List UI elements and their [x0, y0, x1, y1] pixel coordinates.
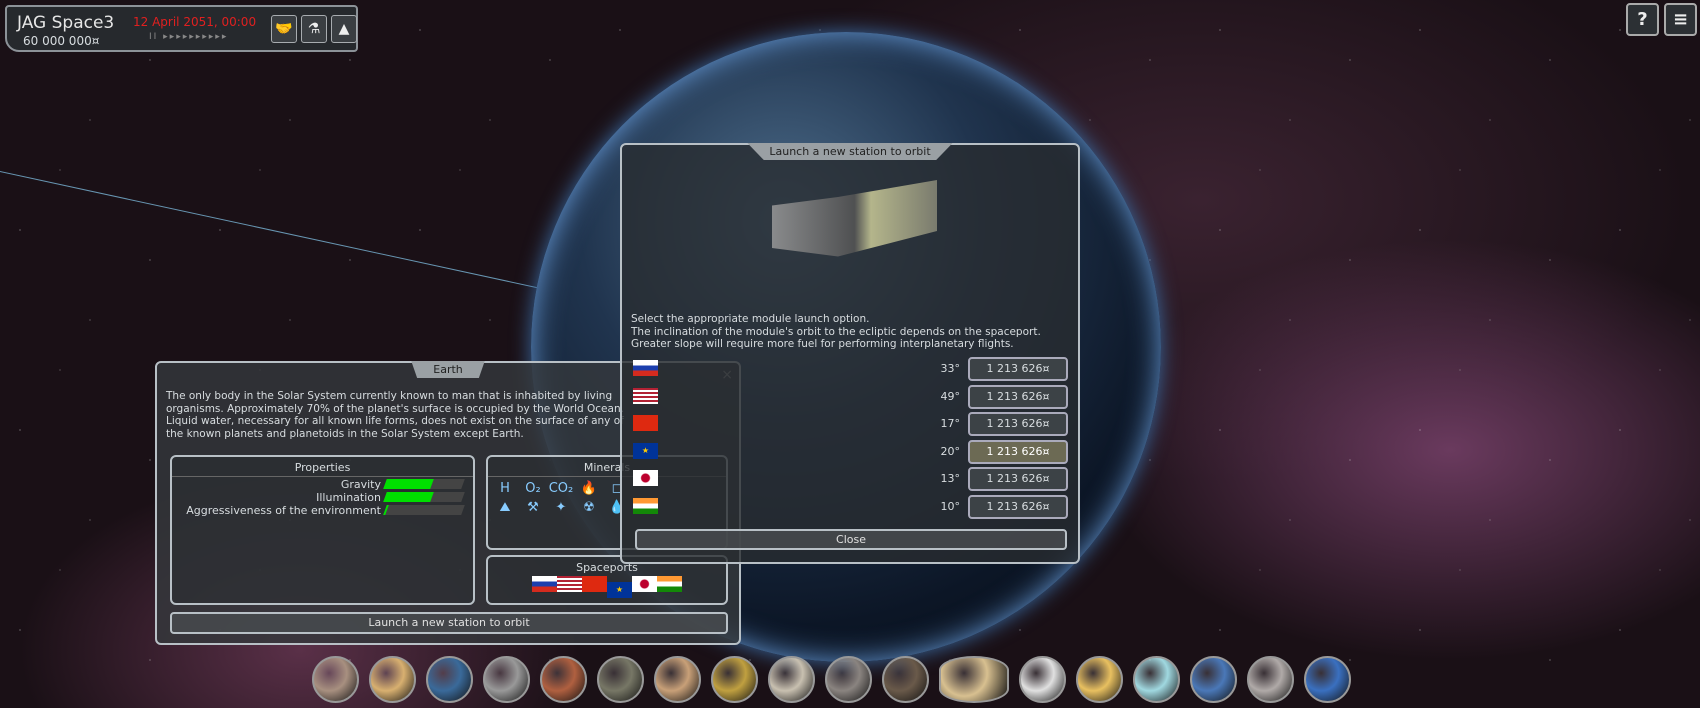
- inclination: 13°: [940, 472, 961, 485]
- rocket-icon[interactable]: ▲: [331, 15, 357, 43]
- launch-price-button[interactable]: 1 213 626¤: [968, 357, 1068, 381]
- property-label: Gravity: [340, 477, 381, 491]
- property-bar: [383, 492, 465, 502]
- inclination: 33°: [940, 362, 961, 375]
- game-date: 12 April 2051, 00:00: [133, 15, 257, 29]
- launch-dialog: Launch a new station to orbit Select the…: [620, 143, 1080, 564]
- planet-pluto[interactable]: [1247, 656, 1294, 703]
- launch-price-button[interactable]: 1 213 626¤: [968, 467, 1068, 491]
- planet-neptune[interactable]: [1190, 656, 1237, 703]
- flask-icon[interactable]: ⚗: [301, 15, 327, 43]
- planet-io[interactable]: [711, 656, 758, 703]
- planet-europa[interactable]: [768, 656, 815, 703]
- properties-title: Properties: [172, 461, 473, 477]
- menu-button[interactable]: ≡: [1664, 3, 1697, 36]
- property-illumination: Illumination: [172, 490, 465, 504]
- property-label: Illumination: [316, 490, 381, 504]
- planet-titan[interactable]: [1019, 656, 1066, 703]
- instruction-line: The inclination of the module's orbit to…: [631, 325, 1041, 338]
- inclination: 49°: [940, 389, 961, 403]
- inclination: 10°: [940, 499, 961, 513]
- planet-uranus[interactable]: [1133, 656, 1180, 703]
- instruction-line: Select the appropriate module launch opt…: [631, 313, 870, 325]
- flag-in: [633, 497, 658, 514]
- mineral-icon[interactable]: ⛰: [492, 500, 518, 515]
- mineral-icon[interactable]: ✦: [548, 500, 574, 515]
- launch-price-button[interactable]: 1 213 626¤: [968, 439, 1068, 464]
- company-name: JAG Space3: [17, 13, 115, 33]
- planet-jupiter[interactable]: [654, 656, 701, 703]
- launch-option[interactable]: 33° 1 213 626¤: [622, 357, 1082, 381]
- mineral-icon[interactable]: ⚒: [520, 500, 546, 515]
- inclination: 20°: [940, 444, 961, 458]
- help-button[interactable]: ?: [1626, 3, 1659, 36]
- handshake-icon[interactable]: 🤝: [271, 15, 297, 43]
- mineral-icon[interactable]: H: [492, 481, 518, 496]
- mineral-icon[interactable]: O₂: [520, 481, 546, 496]
- planet-mercury[interactable]: [312, 656, 359, 703]
- mineral-icon[interactable]: CO₂: [548, 481, 574, 496]
- planet-phobos[interactable]: [597, 656, 644, 703]
- flag-japan[interactable]: [632, 576, 657, 592]
- planet-description: The only body in the Solar System curren…: [166, 390, 624, 440]
- properties-box: Properties Gravity Illumination Aggressi…: [170, 455, 475, 605]
- planet-saturn[interactable]: [939, 656, 1009, 703]
- flag-us: [633, 387, 658, 404]
- property-bar: [383, 479, 465, 489]
- flag-cn: [633, 415, 658, 431]
- launch-price-button[interactable]: 1 213 626¤: [968, 412, 1068, 436]
- planet-moon[interactable]: [483, 656, 530, 703]
- flag-russia[interactable]: [532, 576, 557, 592]
- mineral-icon[interactable]: 🔥: [576, 481, 602, 496]
- status-hud: JAG Space3 60 000 000¤ 12 April 2051, 00…: [5, 5, 358, 52]
- launch-price-button[interactable]: 1 213 626¤: [968, 494, 1068, 519]
- panel-title: Earth: [411, 361, 485, 378]
- launch-option[interactable]: 49° 1 213 626¤: [622, 384, 1082, 409]
- station-image: [772, 180, 937, 257]
- planet-mars[interactable]: [540, 656, 587, 703]
- instruction-line: Greater slope will require more fuel for…: [631, 338, 1014, 350]
- launch-option[interactable]: 10° 1 213 626¤: [622, 494, 1082, 519]
- planet-enceladus[interactable]: [1076, 656, 1123, 703]
- property-bar: [383, 505, 465, 515]
- spaceport-flags: ★: [488, 576, 726, 598]
- planet-callisto[interactable]: [882, 656, 929, 703]
- property-gravity: Gravity: [172, 477, 465, 491]
- launch-option[interactable]: 13° 1 213 626¤: [622, 467, 1082, 491]
- speed-control[interactable]: II ▸▸▸▸▸▸▸▸▸▸: [149, 32, 228, 42]
- launch-option[interactable]: ★ 20° 1 213 626¤: [622, 439, 1082, 464]
- close-button[interactable]: Close: [635, 529, 1067, 550]
- launch-price-button[interactable]: 1 213 626¤: [968, 384, 1068, 409]
- launch-station-button[interactable]: Launch a new station to orbit: [170, 612, 728, 634]
- flag-ru: [633, 360, 658, 376]
- property-aggressiveness: Aggressiveness of the environment: [172, 503, 465, 517]
- planet-venus[interactable]: [369, 656, 416, 703]
- planet-earth[interactable]: [426, 656, 473, 703]
- flag-china[interactable]: [582, 576, 607, 592]
- dialog-instructions: Select the appropriate module launch opt…: [631, 313, 1041, 351]
- planet-ganymede[interactable]: [825, 656, 872, 703]
- inclination: 17°: [940, 417, 961, 430]
- flag-usa[interactable]: [557, 576, 582, 592]
- flag-jp: [633, 470, 658, 486]
- planet-asteroids[interactable]: [1304, 656, 1351, 703]
- launch-option[interactable]: 17° 1 213 626¤: [622, 412, 1082, 436]
- mineral-icon[interactable]: ☢: [576, 500, 602, 515]
- dialog-title: Launch a new station to orbit: [747, 143, 953, 160]
- property-label: Aggressiveness of the environment: [186, 503, 381, 517]
- planet-bar: [312, 656, 1351, 703]
- flag-eu: ★: [633, 442, 658, 459]
- money: 60 000 000¤: [23, 34, 100, 48]
- flag-eu[interactable]: ★: [607, 582, 632, 598]
- flag-india[interactable]: [657, 576, 682, 592]
